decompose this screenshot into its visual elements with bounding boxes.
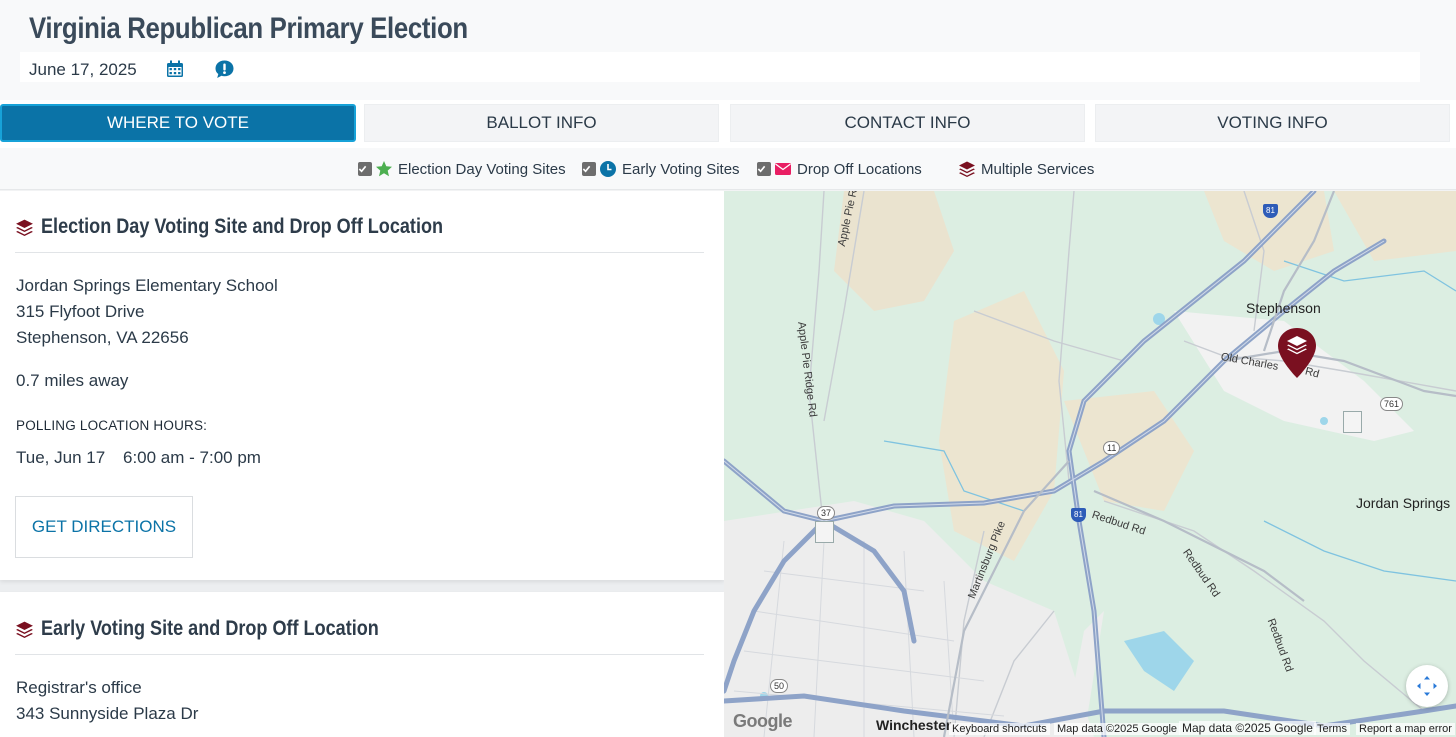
star-icon (376, 161, 392, 177)
fullscreen-button[interactable] (1406, 665, 1448, 707)
tab-contact-info[interactable]: CONTACT INFO (730, 104, 1085, 142)
map-marker[interactable] (1343, 411, 1362, 433)
legend-label: Election Day Voting Sites (398, 160, 566, 178)
map-marker[interactable] (815, 521, 834, 543)
hours-time: 6:00 am - 7:00 pm (123, 448, 261, 467)
divider (15, 654, 704, 655)
tab-where-to-vote[interactable]: WHERE TO VOTE (0, 104, 356, 142)
location-name: Jordan Springs Elementary School (16, 276, 278, 295)
locations-panel[interactable]: Election Day Voting Site and Drop Off Lo… (0, 191, 724, 737)
route-shield: 761 (1380, 397, 1404, 411)
location-name: Registrar's office (16, 678, 142, 697)
report-map-error-link[interactable]: Report a map error (1356, 723, 1455, 735)
town-label: Jordan Springs (1356, 495, 1451, 511)
interstate-shield: 81 (1071, 508, 1086, 522)
legend-multiple-services: Multiple Services (958, 160, 1094, 178)
map-data-attribution: Map data ©2025 Google (1054, 723, 1181, 735)
layers-icon (16, 621, 33, 638)
google-logo: Google (733, 711, 793, 731)
page-title: Virginia Republican Primary Election (29, 12, 468, 45)
route-shield: 11 (1103, 441, 1121, 455)
tab-bar: WHERE TO VOTE BALLOT INFO CONTACT INFO V… (0, 100, 1456, 148)
checkbox-early-voting[interactable] (582, 162, 596, 176)
clock-icon (600, 161, 616, 177)
legend-election-day[interactable]: Election Day Voting Sites (358, 160, 566, 178)
legend-label: Early Voting Sites (622, 160, 740, 178)
address-line-2: Stephenson, VA 22656 (16, 328, 189, 347)
terms-link[interactable]: Terms (1314, 723, 1350, 735)
town-label: Stephenson (1246, 300, 1321, 316)
map-legend: Election Day Voting Sites Early Voting S… (0, 148, 1456, 190)
location-card: Election Day Voting Site and Drop Off Lo… (0, 191, 724, 580)
map-canvas (724, 191, 1456, 737)
map-data-attribution: Map data ©2025 Google (1179, 721, 1316, 735)
get-directions-button[interactable]: GET DIRECTIONS (15, 496, 193, 558)
route-shield: 50 (770, 679, 789, 693)
interstate-shield: 81 (1263, 204, 1278, 218)
calendar-icon[interactable] (166, 60, 184, 78)
map-pin-icon[interactable] (1277, 327, 1317, 379)
address-line-1: 315 Flyfoot Drive (16, 302, 145, 321)
map-view[interactable]: Apple Pie R Apple Pie Ridge Rd Martinsbu… (724, 191, 1456, 737)
card-title: Early Voting Site and Drop Off Location (41, 617, 379, 640)
legend-drop-off[interactable]: Drop Off Locations (757, 160, 922, 178)
alert-bubble-icon[interactable] (214, 59, 235, 80)
page-header: Virginia Republican Primary Election Jun… (0, 0, 1456, 100)
legend-label: Multiple Services (981, 160, 1095, 178)
location-card: Early Voting Site and Drop Off Location … (0, 592, 724, 737)
legend-early-voting[interactable]: Early Voting Sites (582, 160, 740, 178)
tab-voting-info[interactable]: VOTING INFO (1095, 104, 1450, 142)
app-root: Virginia Republican Primary Election Jun… (0, 0, 1456, 737)
tab-ballot-info[interactable]: BALLOT INFO (364, 104, 719, 142)
checkbox-election-day[interactable] (358, 162, 372, 176)
keyboard-shortcuts-link[interactable]: Keyboard shortcuts (949, 723, 1050, 735)
fullscreen-arrows-icon (1417, 676, 1437, 696)
hours-label: POLLING LOCATION HOURS: (16, 418, 208, 433)
hours-day: Tue, Jun 17 (16, 448, 106, 467)
card-title: Election Day Voting Site and Drop Off Lo… (41, 215, 444, 238)
distance: 0.7 miles away (16, 371, 129, 390)
layers-icon (16, 219, 33, 236)
town-label: Winchester (876, 717, 952, 733)
layers-icon (959, 161, 975, 177)
election-date: June 17, 2025 (29, 60, 137, 79)
legend-label: Drop Off Locations (797, 160, 922, 178)
envelope-icon (775, 163, 791, 175)
divider (15, 252, 704, 253)
checkbox-drop-off[interactable] (757, 162, 771, 176)
address-line-1: 343 Sunnyside Plaza Dr (16, 704, 199, 723)
route-shield: 37 (817, 506, 836, 520)
